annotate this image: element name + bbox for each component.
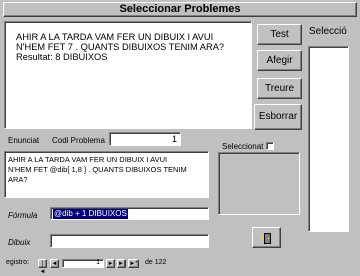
- codi-problema-field[interactable]: 1: [109, 132, 181, 146]
- enunciat-textarea[interactable]: AHIR A LA TARDA VAM FER UN DIBUIX I AVUI…: [4, 151, 209, 198]
- form-title: Seleccionar Problemes: [3, 2, 357, 17]
- problem-display: AHIR A LA TARDA VAM FER UN DIBUIX I AVUI…: [4, 21, 252, 129]
- problem-display-text: AHIR A LA TARDA VAM FER UN DIBUIX I AVUI…: [16, 32, 225, 62]
- delete-button[interactable]: Esborrar: [254, 104, 302, 130]
- add-button[interactable]: Afegir: [257, 50, 302, 71]
- nav-next-button[interactable]: ►: [106, 259, 115, 268]
- record-count: de 122: [145, 259, 167, 266]
- nav-new-button[interactable]: ►*: [128, 259, 139, 268]
- nav-first-button[interactable]: |◄: [38, 259, 47, 275]
- codi-problema-value: 1: [171, 134, 177, 144]
- nav-current-record[interactable]: 1: [62, 259, 104, 268]
- formula-value: @dib + 1 DIBUIXOS: [53, 209, 128, 219]
- formula-label: Fórmula: [8, 211, 38, 220]
- seleccionat-label: Seleccionat: [222, 142, 264, 151]
- remove-button[interactable]: Treure: [257, 78, 302, 99]
- selection-label: Selecció: [309, 26, 347, 37]
- seleccionat-checkbox[interactable]: [266, 142, 274, 150]
- enunciat-text: AHIR A LA TARDA VAM FER UN DIBUIX I AVUI…: [8, 155, 187, 184]
- nav-current-value: 1: [96, 259, 100, 266]
- nav-prev-button[interactable]: ◄: [50, 259, 59, 268]
- formula-field[interactable]: @dib + 1 DIBUIXOS: [50, 207, 209, 220]
- selection-list[interactable]: [308, 46, 349, 232]
- codi-problema-label: Codi Problema: [52, 136, 105, 145]
- door-exit-icon: [262, 233, 271, 244]
- exit-button[interactable]: [252, 227, 281, 248]
- test-button[interactable]: Test: [257, 24, 302, 45]
- enunciat-label: Enunciat: [8, 136, 40, 145]
- dibuix-label: Dibuix: [8, 238, 31, 247]
- record-label: egistro:: [6, 259, 29, 266]
- dibuix-image-frame: [218, 152, 300, 215]
- record-navigator: egistro: |◄ ◄ 1 ► ►| ►* de 122: [0, 256, 360, 275]
- dibuix-field[interactable]: [50, 234, 209, 248]
- nav-last-button[interactable]: ►|: [117, 259, 126, 268]
